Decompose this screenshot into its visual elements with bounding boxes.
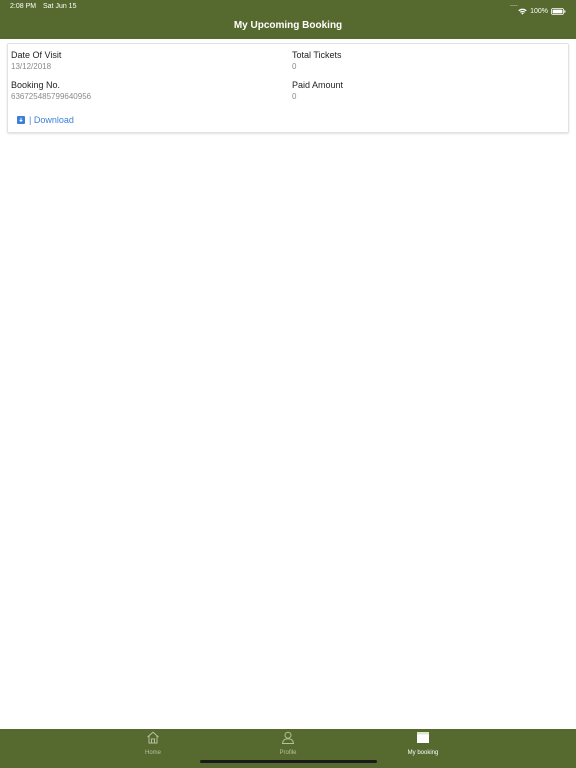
wifi-icon xyxy=(518,2,527,20)
paid-amount-value: 0 xyxy=(292,92,297,101)
battery-percent: 100% xyxy=(530,7,548,15)
top-bar: 2:08 PM Sat Jun 15 .... 100% My Upcoming… xyxy=(0,0,576,39)
tab-home[interactable]: Home xyxy=(123,731,183,761)
screen: 2:08 PM Sat Jun 15 .... 100% My Upcoming… xyxy=(0,0,576,768)
date-of-visit-value: 13/12/2018 xyxy=(11,62,52,71)
download-label: | Download xyxy=(29,115,74,125)
booking-card: Date Of Visit 13/12/2018 Total Tickets 0… xyxy=(7,43,569,133)
status-date: Sat Jun 15 xyxy=(43,3,77,10)
home-icon xyxy=(146,731,160,749)
calendar-icon xyxy=(416,731,430,749)
home-indicator xyxy=(200,760,377,763)
status-time: 2:08 PM xyxy=(10,3,37,10)
date-of-visit-label: Date Of Visit xyxy=(11,50,62,60)
tab-my-booking-label: My booking xyxy=(407,750,439,756)
total-tickets-value: 0 xyxy=(292,62,297,71)
booking-no-label: Booking No. xyxy=(11,80,61,90)
download-link[interactable]: | Download xyxy=(17,115,74,125)
page-title: My Upcoming Booking xyxy=(233,20,343,31)
tab-profile-label: Profile xyxy=(279,750,297,756)
tab-my-booking[interactable]: My booking xyxy=(393,731,453,761)
download-icon xyxy=(17,116,25,124)
total-tickets-label: Total Tickets xyxy=(292,50,342,60)
paid-amount-label: Paid Amount xyxy=(292,80,344,90)
tab-profile[interactable]: Profile xyxy=(258,731,318,761)
signal-dots: .... xyxy=(510,1,518,8)
booking-no-value: 636725485799640956 xyxy=(11,92,92,101)
status-right: 100% xyxy=(518,2,566,20)
battery-icon xyxy=(551,2,566,20)
person-icon xyxy=(281,731,295,749)
tab-home-label: Home xyxy=(144,750,161,756)
